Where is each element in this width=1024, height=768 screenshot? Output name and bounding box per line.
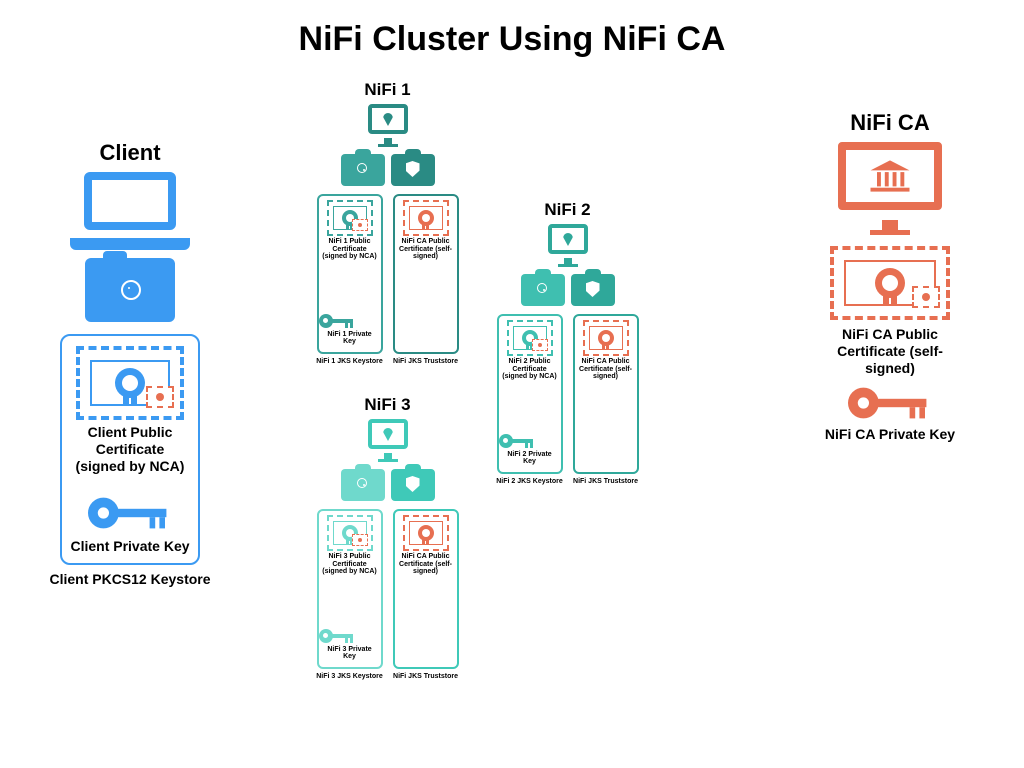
nifi-node-3: NiFi 3 NiFi 3 Public Certificate (signed… [310,395,465,681]
node-keystore-label: NiFi 3 JKS Keystore [316,673,383,681]
badge-icon [391,469,435,501]
ca-cert-label: NiFi CA Public Certificate (self-signed) [815,326,965,376]
client-section: Client Client Public Certificate (signed… [40,140,220,588]
node-keystore-box: NiFi 1 Public Certificate (signed by NCA… [317,194,383,354]
drop-icon [563,233,573,246]
node-ca-cert-label: NiFi CA Public Certificate (self-signed) [577,358,635,381]
monitor-icon [830,142,950,230]
ca-heading: NiFi CA [800,110,980,136]
certificate-stamp-icon [583,320,629,356]
signed-by-ca-stamp-icon [532,339,548,351]
certificate-stamp-icon [403,515,449,551]
signed-by-ca-stamp-icon [146,386,174,408]
ca-section: NiFi CA NiFi CA Public Certificate (self… [800,110,980,443]
client-key-label: Client Private Key [70,538,189,555]
node-truststore-box: NiFi CA Public Certificate (self-signed) [393,509,459,669]
self-signed-stamp-icon [912,286,940,308]
monitor-icon [544,224,592,264]
node-truststore-box: NiFi CA Public Certificate (self-signed) [393,194,459,354]
drop-icon [383,428,393,441]
node-truststore-label: NiFi JKS Truststore [393,673,458,681]
badge-icon [391,154,435,186]
nifi-node-1: NiFi 1 NiFi 1 Public Certificate (signed… [310,80,465,366]
signed-by-ca-stamp-icon [352,534,368,546]
drop-icon [383,113,393,126]
certificate-stamp-icon [830,246,950,320]
node-ca-cert-label: NiFi CA Public Certificate (self-signed) [397,238,455,261]
diagram-title: NiFi Cluster Using NiFi CA [0,20,1024,59]
node-heading: NiFi 2 [490,200,645,220]
certificate-stamp-icon [507,320,553,356]
certificate-stamp-icon [327,200,373,236]
certificate-stamp-icon [327,515,373,551]
node-truststore-label: NiFi JKS Truststore [573,478,638,486]
node-key-label: NiFi 1 Private Key [321,331,379,346]
key-icon [319,313,355,329]
safe-icon [341,154,385,186]
key-icon [499,433,535,449]
node-key-label: NiFi 2 Private Key [501,451,559,466]
laptop-icon [70,172,190,250]
client-heading: Client [40,140,220,166]
safe-icon [85,258,175,322]
node-keystore-label: NiFi 1 JKS Keystore [316,358,383,366]
node-truststore-box: NiFi CA Public Certificate (self-signed) [573,314,639,474]
client-keystore-box: Client Public Certificate (signed by NCA… [60,334,200,565]
safe-icon [341,469,385,501]
node-heading: NiFi 1 [310,80,465,100]
monitor-icon [364,104,412,144]
signed-by-ca-stamp-icon [352,219,368,231]
monitor-icon [364,419,412,459]
client-keystore-label: Client PKCS12 Keystore [40,571,220,588]
node-ca-cert-label: NiFi CA Public Certificate (self-signed) [397,553,455,576]
node-keystore-box: NiFi 2 Public Certificate (signed by NCA… [497,314,563,474]
certificate-stamp-icon [76,346,184,420]
node-cert-label: NiFi 3 Public Certificate (signed by NCA… [321,553,379,576]
node-key-label: NiFi 3 Private Key [321,646,379,661]
node-keystore-box: NiFi 3 Public Certificate (signed by NCA… [317,509,383,669]
node-cert-label: NiFi 2 Public Certificate (signed by NCA… [501,358,559,381]
client-cert-label: Client Public Certificate (signed by NCA… [70,424,190,474]
node-cert-label: NiFi 1 Public Certificate (signed by NCA… [321,238,379,261]
node-heading: NiFi 3 [310,395,465,415]
safe-icon [521,274,565,306]
ca-key-label: NiFi CA Private Key [800,426,980,443]
node-truststore-label: NiFi JKS Truststore [393,358,458,366]
key-icon [848,385,932,421]
key-icon [319,628,355,644]
bank-icon [871,160,910,191]
certificate-stamp-icon [403,200,449,236]
key-icon [88,495,172,531]
nifi-node-2: NiFi 2 NiFi 2 Public Certificate (signed… [490,200,645,486]
badge-icon [571,274,615,306]
node-keystore-label: NiFi 2 JKS Keystore [496,478,563,486]
